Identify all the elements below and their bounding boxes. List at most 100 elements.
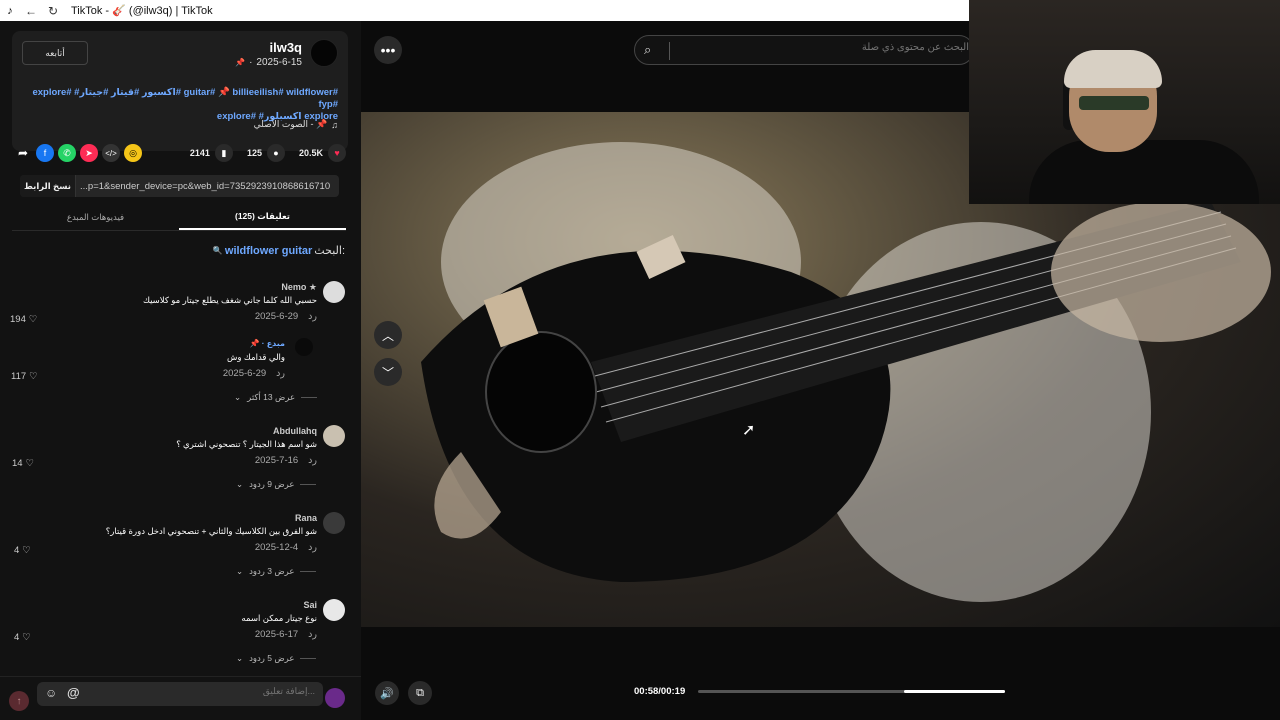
comment-like[interactable]: 117 ♡ xyxy=(11,371,38,382)
comment-input[interactable] xyxy=(115,686,315,696)
avatar[interactable] xyxy=(323,599,345,621)
heart-outline-icon[interactable]: ♡ xyxy=(29,314,38,325)
comment-like[interactable]: 4 ♡ xyxy=(14,632,31,643)
comment-like-count: 4 xyxy=(14,632,20,643)
view-more-replies[interactable]: ⌄ عرض 13 أكثر xyxy=(234,392,318,403)
avatar[interactable] xyxy=(323,281,345,303)
comment-author[interactable]: Abdullahq xyxy=(273,426,317,436)
tab-comments[interactable]: (125) تعليقات xyxy=(179,205,346,230)
previous-video-button[interactable]: ︿ xyxy=(374,321,402,349)
search-input[interactable] xyxy=(679,42,969,53)
bookmark-stat[interactable]: 2141 ▮ xyxy=(190,144,233,162)
more-options-button[interactable]: ••• xyxy=(374,36,402,64)
avatar[interactable] xyxy=(323,512,345,534)
facebook-icon[interactable]: f xyxy=(36,144,54,162)
comment-date: 2025-6-29 xyxy=(222,368,267,379)
reply-button[interactable]: رد xyxy=(308,455,317,466)
reply-button[interactable]: رد xyxy=(308,542,317,553)
comment-like[interactable]: 4 ♡ xyxy=(14,545,31,556)
heart-outline-icon[interactable]: ♡ xyxy=(22,632,31,643)
post-comment-button[interactable]: ↑ xyxy=(9,691,29,711)
comment-like[interactable]: 14 ♡ xyxy=(12,458,34,469)
like-stat[interactable]: 20.5K ♥ xyxy=(299,144,346,162)
reply-button[interactable]: رد xyxy=(308,311,317,322)
music-info[interactable]: الصوت الأصلي - 📌 ♫ xyxy=(254,119,338,130)
related-search[interactable]: 🔍 wildflower guitar البحث: xyxy=(213,244,345,258)
reload-icon[interactable]: ↻ xyxy=(45,3,61,19)
share-link-url[interactable]: ...p=1&sender_device=pc&web_id=735292391… xyxy=(76,181,339,192)
comment-author[interactable]: Sai xyxy=(303,600,317,610)
username[interactable]: ilw3q xyxy=(269,40,302,55)
comment-input-box[interactable]: ☺ @ xyxy=(37,682,323,706)
heart-outline-icon[interactable]: ♡ xyxy=(29,371,38,382)
embed-icon[interactable]: </> xyxy=(102,144,120,162)
comment-text: شو اسم هذا الجيتار ؟ تنصحوني اشتري ؟ xyxy=(176,439,317,449)
share-arrow-icon[interactable]: ➦ xyxy=(14,144,32,162)
divider xyxy=(300,571,317,572)
comment-stat[interactable]: 125 ● xyxy=(247,144,285,162)
volume-button[interactable]: 🔊 xyxy=(375,681,399,705)
view-more-replies[interactable]: ⌄ عرض 5 ردود xyxy=(236,653,317,664)
avatar[interactable] xyxy=(310,39,338,67)
view-more-label[interactable]: عرض 13 أكثر xyxy=(247,392,295,403)
date-separator: · xyxy=(249,57,253,68)
copy-link-button[interactable]: نسخ الرابط xyxy=(20,175,76,197)
music-label[interactable]: الصوت الأصلي - 📌 xyxy=(254,119,328,130)
reply-button[interactable]: رد xyxy=(276,368,285,379)
tiktok-logo-icon: ♪ xyxy=(7,4,13,17)
comment-text: نوع جيتار ممكن اسمه xyxy=(241,613,317,623)
hashtags[interactable]: explore# #اكسبور #قيتار #جيتار# guitar# … xyxy=(28,87,338,123)
view-more-label[interactable]: عرض 9 ردود xyxy=(249,479,294,490)
view-more-label[interactable]: عرض 5 ردود xyxy=(249,653,294,664)
picture-in-picture-button[interactable]: ⧉ xyxy=(408,681,432,705)
comment-icon[interactable]: ● xyxy=(266,144,285,162)
comment-like-count: 194 xyxy=(10,314,26,325)
search-icon[interactable]: ⌕ xyxy=(644,42,651,58)
related-search-query[interactable]: wildflower guitar xyxy=(225,245,312,257)
action-bar: ➦ f ✆ ➤ </> ◎ 2141 ▮ 125 ● 20.5K ♥ xyxy=(14,142,346,164)
comment-author[interactable]: Nemo ★ xyxy=(281,282,317,293)
video-search-bar[interactable]: ⌕ xyxy=(634,35,974,65)
whatsapp-icon[interactable]: ✆ xyxy=(58,144,76,162)
comment-author[interactable]: 📌 · مبدع xyxy=(250,339,285,348)
avatar[interactable] xyxy=(295,338,313,356)
emoji-icon[interactable]: ☺ xyxy=(45,686,57,700)
divider xyxy=(300,658,317,659)
avatar[interactable] xyxy=(323,425,345,447)
post-date-value: 2025-6-15 xyxy=(256,57,302,68)
divider xyxy=(301,397,318,398)
next-video-button[interactable]: ﹀ xyxy=(374,358,402,386)
bookmark-icon[interactable]: ▮ xyxy=(214,144,233,162)
comment-text: حسبي الله كلما جاني شغف يطلع جيتار مو كل… xyxy=(142,295,317,305)
progress-bar[interactable] xyxy=(698,690,1005,693)
comment-author[interactable]: Rana xyxy=(295,513,317,523)
view-more-replies[interactable]: ⌄ عرض 9 ردود xyxy=(236,479,317,490)
coin-icon[interactable]: ◎ xyxy=(124,144,142,162)
mention-icon[interactable]: @ xyxy=(67,685,80,700)
reply-button[interactable]: رد xyxy=(308,629,317,640)
view-more-replies[interactable]: ⌄ عرض 3 ردود xyxy=(236,566,317,577)
chevron-up-icon: ︿ xyxy=(381,328,394,343)
heart-outline-icon[interactable]: ♡ xyxy=(26,458,35,469)
tab-creator-videos[interactable]: فيديوهات المبدع xyxy=(12,205,179,230)
heart-icon[interactable]: ♥ xyxy=(328,144,346,162)
post-info-card: أتابعه ilw3q 📌 · 2025-6-15 explore# #اكس… xyxy=(12,31,348,151)
comment-text: والي قدامك وش xyxy=(227,352,285,362)
comment-count: 125 xyxy=(246,148,262,158)
more-horizontal-icon: ••• xyxy=(380,42,396,58)
comment-composer: ↑ ☺ @ xyxy=(0,676,361,720)
comment-date: 2025-6-29 xyxy=(254,311,299,322)
related-search-prefix: البحث: xyxy=(314,245,345,257)
search-divider xyxy=(669,42,670,60)
view-more-label[interactable]: عرض 3 ردود xyxy=(249,566,294,577)
follow-button[interactable]: أتابعه xyxy=(22,41,88,65)
avatar[interactable] xyxy=(325,688,345,708)
comment-like[interactable]: 194 ♡ xyxy=(10,314,37,325)
streamer-glasses xyxy=(1079,96,1149,110)
picture-in-picture-icon: ⧉ xyxy=(416,686,424,699)
back-arrow-icon[interactable]: ← xyxy=(23,3,39,19)
hashtags-line-1[interactable]: explore# #اكسبور #قيتار #جيتار# guitar# … xyxy=(28,87,338,111)
send-icon[interactable]: ➤ xyxy=(80,144,98,162)
heart-outline-icon[interactable]: ♡ xyxy=(22,545,31,556)
comment-date: 2025-12-4 xyxy=(254,542,299,553)
